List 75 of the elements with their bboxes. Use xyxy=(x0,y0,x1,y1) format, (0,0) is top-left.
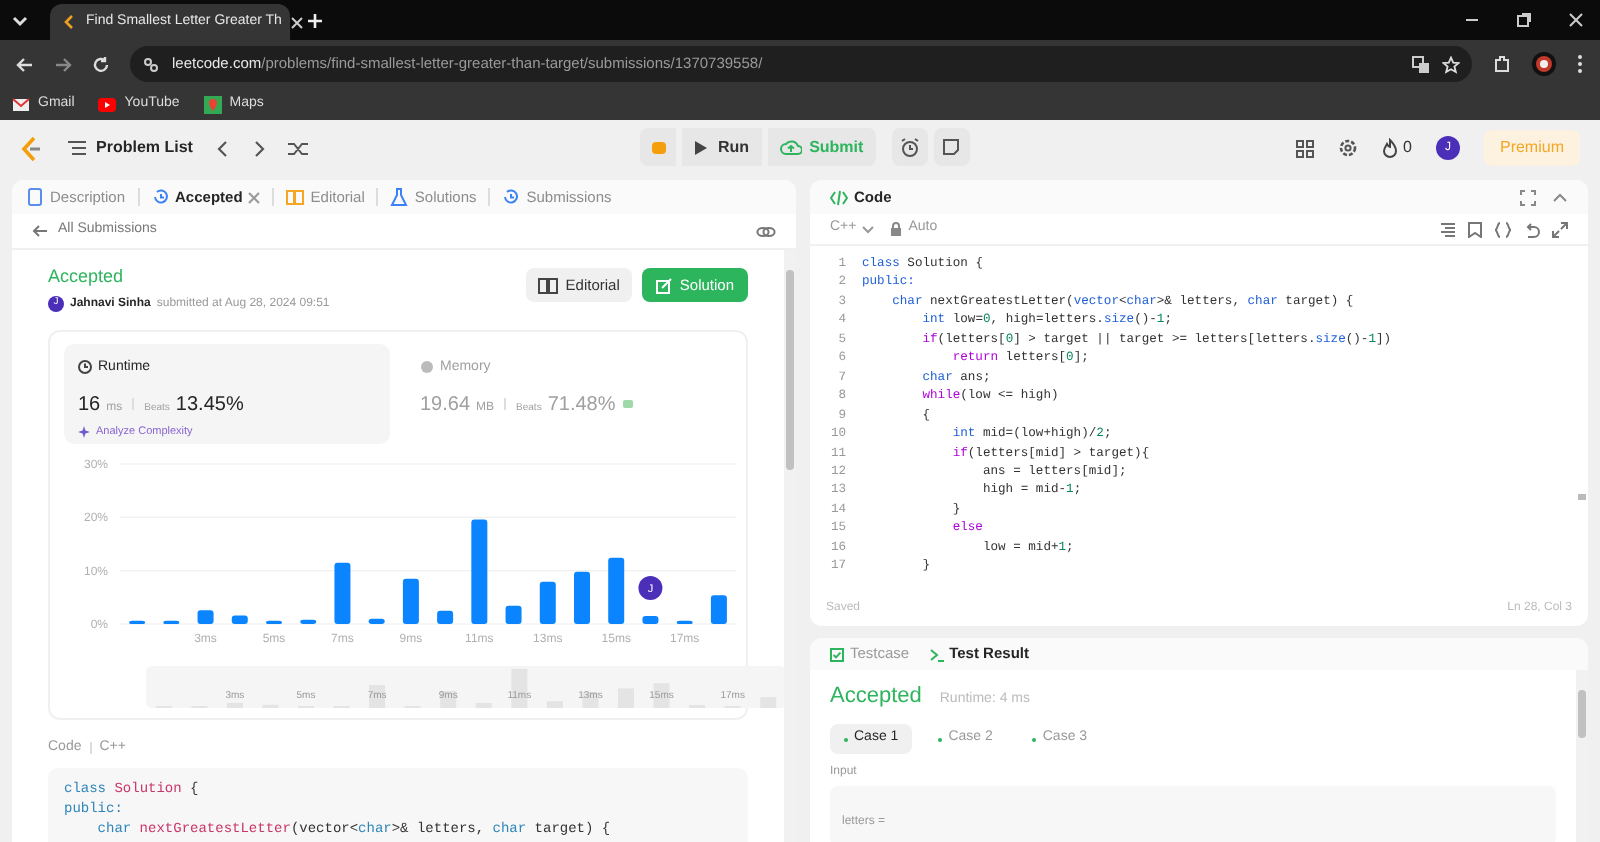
run-button[interactable]: Run xyxy=(682,128,762,166)
note-icon xyxy=(942,138,961,156)
checkbox-icon xyxy=(830,647,844,661)
timer-button[interactable] xyxy=(891,128,928,166)
history-icon xyxy=(502,188,521,206)
mail-icon xyxy=(12,95,30,113)
play-icon xyxy=(694,139,708,155)
flask-icon xyxy=(390,188,409,206)
favicon-icon xyxy=(62,14,78,30)
maximize-icon[interactable] xyxy=(1520,189,1536,205)
edit-icon xyxy=(655,277,672,293)
code-icon xyxy=(830,189,848,205)
previous-icon[interactable] xyxy=(216,139,231,157)
bookmark-icon[interactable] xyxy=(1468,221,1482,237)
logo-icon xyxy=(20,135,42,161)
profile-avatar-icon[interactable] xyxy=(1532,52,1556,76)
bar[interactable] xyxy=(642,615,659,623)
bar[interactable] xyxy=(437,609,454,623)
bar[interactable] xyxy=(402,577,419,623)
cloud-upload-icon xyxy=(779,138,802,156)
close-icon[interactable] xyxy=(1568,12,1584,28)
bar[interactable] xyxy=(231,614,248,623)
extensions-icon[interactable] xyxy=(1492,54,1512,74)
list-icon xyxy=(68,140,86,156)
book-icon xyxy=(286,188,305,206)
bar[interactable] xyxy=(300,618,317,623)
layout-grid-icon[interactable] xyxy=(1295,139,1314,157)
forward-icon[interactable] xyxy=(54,55,72,73)
notes-button[interactable] xyxy=(933,128,970,166)
link-icon[interactable] xyxy=(756,223,776,239)
submission-status: Accepted xyxy=(48,264,126,290)
new-tab-icon[interactable] xyxy=(306,12,324,30)
bookmark-star-icon[interactable] xyxy=(1442,55,1460,73)
bar[interactable] xyxy=(471,518,488,623)
map-pin-icon xyxy=(203,95,222,113)
streak-counter[interactable]: 0 xyxy=(1381,136,1412,160)
scrollbar[interactable] xyxy=(784,250,796,842)
back-icon[interactable] xyxy=(16,55,34,73)
collapse-icon[interactable] xyxy=(1552,189,1568,205)
restore-icon[interactable] xyxy=(1516,12,1532,28)
bar[interactable] xyxy=(574,570,590,623)
more-menu-icon[interactable] xyxy=(1576,54,1584,74)
sparkle-icon xyxy=(78,426,90,439)
back-arrow-icon xyxy=(32,224,48,238)
reload-icon[interactable] xyxy=(92,55,110,73)
braces-icon[interactable] xyxy=(1494,221,1512,237)
lock-icon xyxy=(890,222,903,236)
undo-icon[interactable] xyxy=(1524,221,1540,237)
book-icon xyxy=(537,277,558,293)
bar[interactable] xyxy=(608,556,625,623)
terminal-icon xyxy=(929,647,944,661)
clock-icon xyxy=(78,360,92,375)
flame-icon xyxy=(1381,138,1398,158)
settings-icon[interactable] xyxy=(1337,138,1358,158)
shuffle-icon[interactable] xyxy=(288,139,309,157)
bar[interactable] xyxy=(368,617,385,623)
document-icon xyxy=(26,188,44,206)
bar[interactable] xyxy=(334,561,351,623)
bar[interactable] xyxy=(505,604,522,623)
bar[interactable] xyxy=(197,609,214,623)
alarm-clock-icon xyxy=(899,137,920,157)
bar[interactable] xyxy=(539,580,556,623)
bar[interactable] xyxy=(710,594,727,623)
close-icon[interactable] xyxy=(289,15,304,29)
history-icon xyxy=(151,188,170,206)
next-icon[interactable] xyxy=(252,139,267,157)
format-icon[interactable] xyxy=(1440,221,1456,237)
expand-icon[interactable] xyxy=(1552,221,1568,237)
caret-icon xyxy=(862,225,875,233)
scrollbar[interactable] xyxy=(1576,670,1588,842)
translate-icon[interactable] xyxy=(1412,55,1430,73)
result-status: Accepted xyxy=(830,682,922,710)
problem-list-link[interactable]: Problem List xyxy=(68,136,193,160)
play-icon xyxy=(98,95,117,113)
site-info-icon[interactable] xyxy=(142,55,160,73)
